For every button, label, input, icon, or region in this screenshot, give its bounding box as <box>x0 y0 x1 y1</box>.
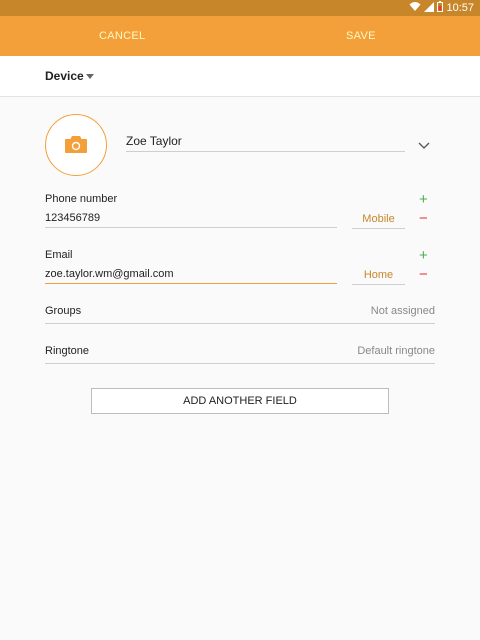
ringtone-label: Ringtone <box>45 345 90 357</box>
expand-name-icon[interactable] <box>418 136 430 154</box>
email-field[interactable] <box>45 265 337 284</box>
save-button[interactable]: SAVE <box>346 16 376 56</box>
email-type-selector[interactable]: Home <box>352 266 405 285</box>
add-email-icon[interactable]: + <box>419 248 428 263</box>
remove-email-icon[interactable]: − <box>419 267 428 282</box>
signal-icon <box>424 1 435 15</box>
remove-phone-icon[interactable]: − <box>419 211 428 226</box>
add-phone-icon[interactable]: + <box>419 192 428 207</box>
action-bar: CANCEL SAVE <box>0 16 480 56</box>
phone-field[interactable] <box>45 209 337 228</box>
dropdown-arrow-icon <box>86 74 94 79</box>
groups-value: Not assigned <box>370 305 435 317</box>
name-field[interactable] <box>126 131 405 152</box>
wifi-icon <box>409 1 421 15</box>
ringtone-field[interactable]: Ringtone Default ringtone <box>45 343 435 364</box>
camera-icon <box>65 136 87 153</box>
cancel-button[interactable]: CANCEL <box>99 16 145 56</box>
status-bar: 10:57 <box>0 0 480 16</box>
clock: 10:57 <box>446 2 474 14</box>
groups-label: Groups <box>45 305 82 317</box>
groups-field[interactable]: Groups Not assigned <box>45 303 435 324</box>
storage-label: Device <box>45 69 84 83</box>
phone-label: Phone number <box>45 193 118 205</box>
battery-icon <box>437 1 444 15</box>
add-another-field-button[interactable]: ADD ANOTHER FIELD <box>91 388 389 414</box>
phone-type-selector[interactable]: Mobile <box>352 210 405 229</box>
ringtone-value: Default ringtone <box>357 345 435 357</box>
email-label: Email <box>45 249 73 261</box>
add-photo-button[interactable] <box>45 114 107 176</box>
storage-selector[interactable]: Device <box>0 56 480 97</box>
